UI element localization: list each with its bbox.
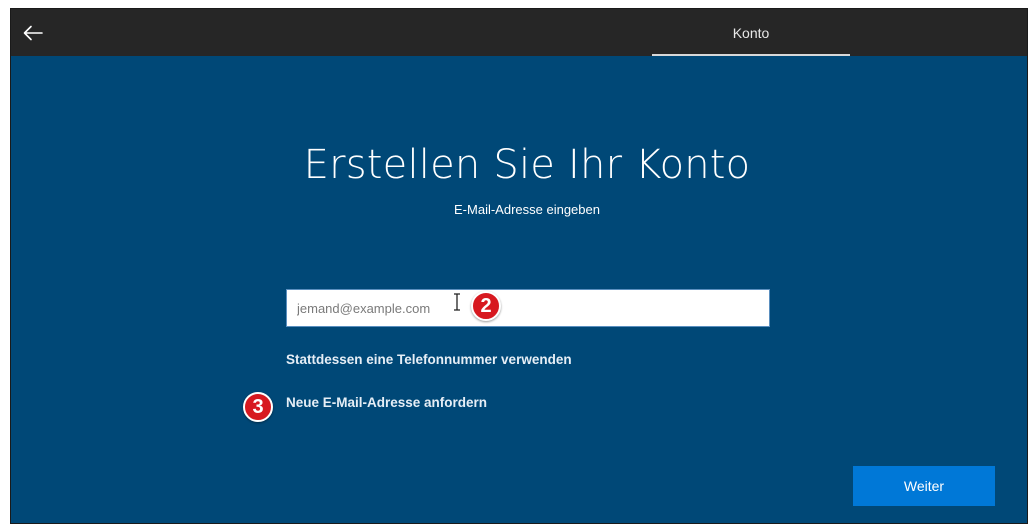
back-button[interactable] [17, 17, 49, 49]
page-subtitle: E-Mail-Adresse eingeben [454, 202, 600, 217]
email-input[interactable] [286, 289, 770, 327]
setup-window: Konto Erstellen Sie Ihr Konto E-Mail-Adr… [11, 9, 1027, 523]
text-cursor-icon [454, 293, 460, 311]
tab-konto[interactable]: Konto [652, 9, 850, 56]
arrow-left-icon [23, 25, 43, 41]
tab-konto-label: Konto [732, 24, 770, 41]
new-email-link[interactable]: Neue E-Mail-Adresse anfordern [286, 395, 487, 410]
annotation-marker-3: 3 [243, 392, 273, 422]
page-title: Erstellen Sie Ihr Konto [303, 142, 751, 188]
use-phone-link[interactable]: Stattdessen eine Telefonnummer verwenden [286, 352, 572, 367]
next-button[interactable]: Weiter [853, 466, 995, 506]
tab-active-indicator [652, 54, 850, 56]
annotation-marker-2: 2 [471, 291, 501, 321]
top-bar: Konto [11, 9, 1027, 56]
